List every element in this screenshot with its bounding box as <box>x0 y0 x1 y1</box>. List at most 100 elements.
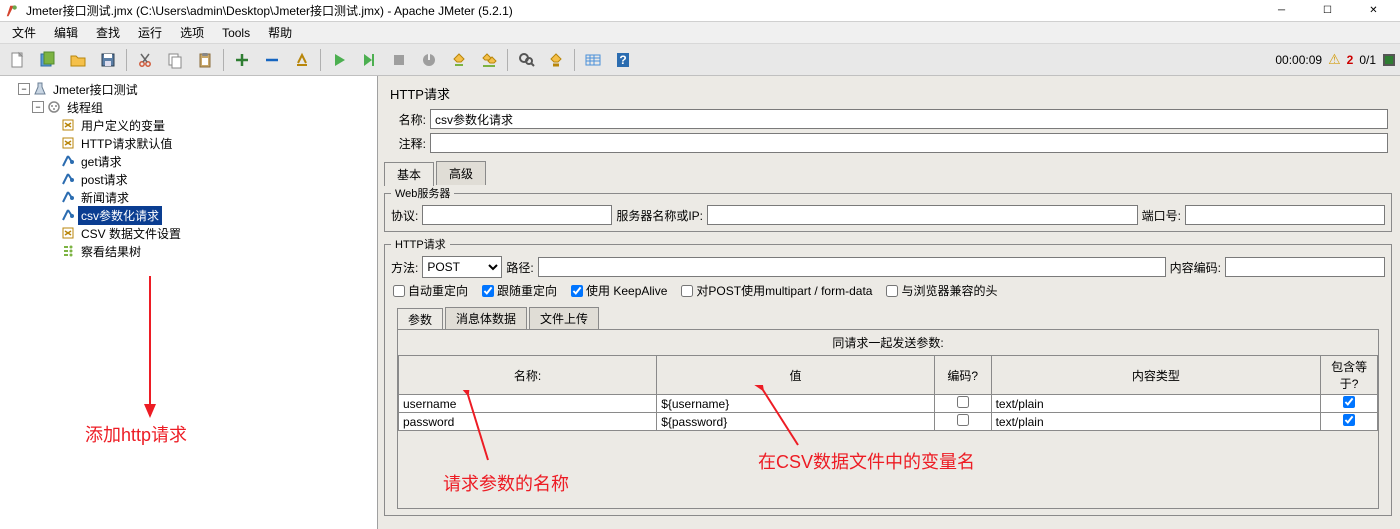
path-input[interactable] <box>538 257 1166 277</box>
auto-redirect-checkbox[interactable] <box>393 285 405 297</box>
cell-encode[interactable] <box>934 395 991 413</box>
maximize-button[interactable]: ☐ <box>1305 1 1350 21</box>
tree-item[interactable]: post请求 <box>78 170 131 189</box>
cell-eq[interactable] <box>1321 413 1378 431</box>
comment-label: 注释: <box>388 135 426 152</box>
tree-thread-group[interactable]: 线程组 <box>64 98 106 117</box>
params-table[interactable]: 名称: 值 编码? 内容类型 包含等于? username${username}… <box>398 355 1378 431</box>
tab-advanced[interactable]: 高级 <box>436 161 486 185</box>
ptab-params[interactable]: 参数 <box>397 308 443 330</box>
reset-search-button[interactable] <box>542 47 570 73</box>
svg-text:?: ? <box>619 53 626 67</box>
params-panel: 同请求一起发送参数: 名称: 值 编码? 内容类型 包含等于? username… <box>397 329 1379 509</box>
window-title: Jmeter接口测试.jmx (C:\Users\admin\Desktop\J… <box>26 2 1259 19</box>
col-ctype[interactable]: 内容类型 <box>991 356 1321 395</box>
tree-item[interactable]: CSV 数据文件设置 <box>78 224 184 243</box>
thread-count: 0/1 <box>1359 53 1376 67</box>
keepalive-checkbox[interactable] <box>571 285 583 297</box>
stop-button[interactable] <box>385 47 413 73</box>
web-server-fieldset: Web服务器 协议: 服务器名称或IP: 端口号: <box>384 185 1392 232</box>
ptab-body[interactable]: 消息体数据 <box>445 307 527 329</box>
ptab-upload[interactable]: 文件上传 <box>529 307 599 329</box>
menu-tools[interactable]: Tools <box>214 24 258 42</box>
expand-button[interactable] <box>228 47 256 73</box>
tree-item[interactable]: 用户定义的变量 <box>78 116 168 135</box>
paste-button[interactable] <box>191 47 219 73</box>
multipart-checkbox[interactable] <box>681 285 693 297</box>
menu-options[interactable]: 选项 <box>172 22 212 43</box>
toolbar-status: 00:00:09 ⚠ 2 0/1 <box>1275 51 1396 68</box>
start-notimers-button[interactable] <box>355 47 383 73</box>
tree-item-icon <box>60 207 76 223</box>
cell-eq[interactable] <box>1321 395 1378 413</box>
tab-basic[interactable]: 基本 <box>384 162 434 186</box>
cell-value[interactable]: ${password} <box>657 413 935 431</box>
cell-name[interactable]: password <box>399 413 657 431</box>
config-tabbar: 基本 高级 <box>378 155 1398 185</box>
follow-redirect-checkbox[interactable] <box>482 285 494 297</box>
shutdown-button[interactable] <box>415 47 443 73</box>
encoding-input[interactable] <box>1225 257 1385 277</box>
test-plan-tree[interactable]: − Jmeter接口测试 − 线程组 用户定义的变量HTTP请求默认值get请求… <box>0 76 378 529</box>
tree-item[interactable]: get请求 <box>78 152 125 171</box>
tree-expand-icon[interactable]: − <box>32 101 44 113</box>
col-value[interactable]: 值 <box>657 356 935 395</box>
clear-button[interactable] <box>445 47 473 73</box>
new-button[interactable] <box>4 47 32 73</box>
save-button[interactable] <box>94 47 122 73</box>
warning-count: 2 <box>1347 53 1354 67</box>
tree-item[interactable]: HTTP请求默认值 <box>78 134 175 153</box>
web-server-legend: Web服务器 <box>391 185 454 201</box>
start-button[interactable] <box>325 47 353 73</box>
cut-button[interactable] <box>131 47 159 73</box>
thread-group-icon <box>46 99 62 115</box>
menu-edit[interactable]: 编辑 <box>46 22 86 43</box>
table-row[interactable]: password${password} text/plain <box>399 413 1378 431</box>
tree-item[interactable]: 新闻请求 <box>78 188 132 207</box>
templates-button[interactable] <box>34 47 62 73</box>
tree-item[interactable]: 察看结果树 <box>78 242 144 261</box>
table-row[interactable]: username${username} text/plain <box>399 395 1378 413</box>
port-input[interactable] <box>1185 205 1385 225</box>
cell-ctype[interactable]: text/plain <box>991 395 1321 413</box>
cell-ctype[interactable]: text/plain <box>991 413 1321 431</box>
cell-name[interactable]: username <box>399 395 657 413</box>
function-button[interactable] <box>579 47 607 73</box>
thread-indicator-icon <box>1382 53 1396 67</box>
search-button[interactable] <box>512 47 540 73</box>
menu-help[interactable]: 帮助 <box>260 22 300 43</box>
server-input[interactable] <box>707 205 1138 225</box>
app-icon <box>4 3 20 19</box>
menu-run[interactable]: 运行 <box>130 22 170 43</box>
col-name[interactable]: 名称: <box>399 356 657 395</box>
col-eq[interactable]: 包含等于? <box>1321 356 1378 395</box>
tree-item-icon <box>60 117 76 133</box>
annotation-tree: 添加http请求 <box>85 421 187 447</box>
protocol-input[interactable] <box>422 205 612 225</box>
tree-root[interactable]: Jmeter接口测试 <box>50 80 141 99</box>
editor-panel: HTTP请求 名称: 注释: 基本 高级 Web服务器 协议: 服务器名称或IP… <box>378 76 1400 529</box>
help-button[interactable]: ? <box>609 47 637 73</box>
toggle-button[interactable] <box>288 47 316 73</box>
cell-encode[interactable] <box>934 413 991 431</box>
clearall-button[interactable] <box>475 47 503 73</box>
sampler-comment-input[interactable] <box>430 133 1388 153</box>
method-select[interactable]: POST <box>422 256 502 278</box>
tree-item[interactable]: csv参数化请求 <box>78 206 162 225</box>
browser-compat-checkbox[interactable] <box>886 285 898 297</box>
col-encode[interactable]: 编码? <box>934 356 991 395</box>
menu-find[interactable]: 查找 <box>88 22 128 43</box>
tree-expand-icon[interactable]: − <box>18 83 30 95</box>
cell-value[interactable]: ${username} <box>657 395 935 413</box>
copy-button[interactable] <box>161 47 189 73</box>
collapse-button[interactable] <box>258 47 286 73</box>
warning-icon[interactable]: ⚠ <box>1328 51 1341 68</box>
param-tabbar: 参数 消息体数据 文件上传 <box>391 307 1385 329</box>
sampler-name-input[interactable] <box>430 109 1388 129</box>
path-label: 路径: <box>506 259 533 276</box>
open-button[interactable] <box>64 47 92 73</box>
minimize-button[interactable]: ─ <box>1259 1 1304 21</box>
close-button[interactable]: ✕ <box>1351 1 1396 21</box>
method-label: 方法: <box>391 259 418 276</box>
menu-file[interactable]: 文件 <box>4 22 44 43</box>
